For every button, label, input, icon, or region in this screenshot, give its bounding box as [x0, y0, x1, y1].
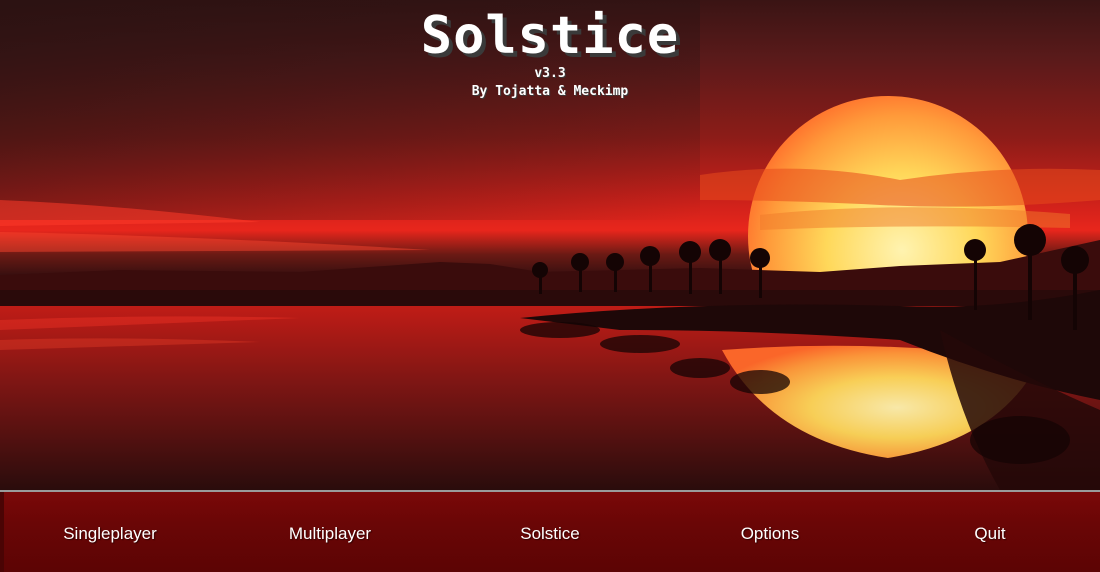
options-button-label: Options	[740, 524, 800, 543]
solstice-button-label: Solstice	[520, 524, 580, 543]
options-button[interactable]: Options	[660, 492, 880, 572]
main-menu-screen: Solstice v3.3 By Tojatta & Meckimp Singl…	[0, 0, 1100, 572]
menu-bar-edge	[0, 492, 4, 572]
credits-label: By Tojatta & Meckimp	[471, 84, 629, 99]
game-title: Solstice	[420, 6, 680, 66]
sunset-background: Solstice v3.3 By Tojatta & Meckimp	[0, 0, 1100, 490]
main-menu-bar: Singleplayer Multiplayer Solstice Option…	[0, 490, 1100, 572]
quit-button[interactable]: Quit	[880, 492, 1100, 572]
singleplayer-button-label: Singleplayer	[63, 524, 157, 543]
multiplayer-button[interactable]: Multiplayer	[220, 492, 440, 572]
version-label: v3.3	[534, 66, 566, 81]
solstice-button[interactable]: Solstice	[440, 492, 660, 572]
singleplayer-button[interactable]: Singleplayer	[0, 492, 220, 572]
quit-button-label: Quit	[974, 524, 1006, 543]
multiplayer-button-label: Multiplayer	[288, 524, 372, 543]
